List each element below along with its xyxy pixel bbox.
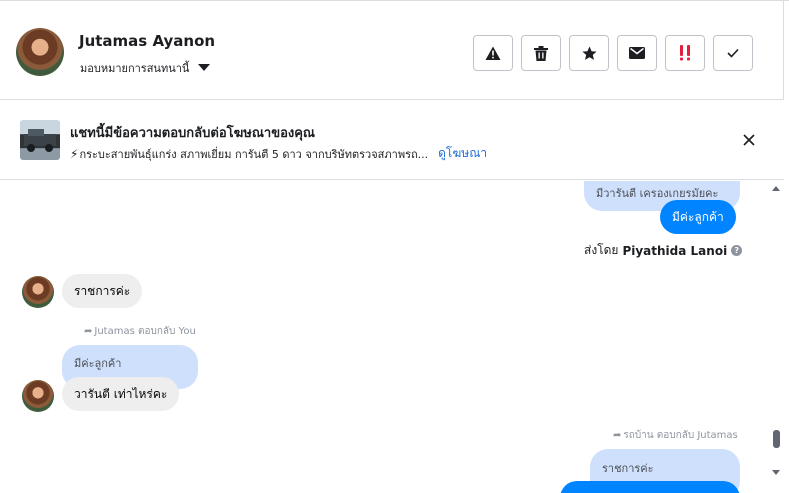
sent-by-label: ส่งโดย Piyathida Lanoi ? — [584, 241, 743, 260]
follow-up-icon — [680, 45, 690, 61]
assign-conversation-dropdown[interactable]: มอบหมายการสนทนานี้ — [80, 59, 211, 77]
quoted-text: มีค่ะลูกค้า — [74, 357, 122, 370]
assign-label: มอบหมายการสนทนานี้ — [80, 62, 190, 75]
mail-icon — [629, 47, 645, 59]
done-button[interactable] — [713, 35, 753, 71]
incoming-message[interactable]: ราชการค่ะ — [62, 274, 143, 308]
close-icon — [743, 134, 755, 146]
ad-description: กระบะสายพันธุ์แกร่ง สภาพเยี่ยม การันตี 5… — [79, 147, 429, 161]
conversation-actions — [473, 35, 753, 71]
reply-arrow-icon: ➦ — [613, 430, 622, 441]
sent-by-prefix: ส่งโดย — [584, 243, 619, 257]
reply-note: ➦ รถบ้าน ตอบกลับ Jutamas — [613, 428, 738, 443]
sent-by-name: Piyathida Lanoi — [622, 243, 728, 258]
delete-button[interactable] — [521, 35, 561, 71]
reply-note-text: รถบ้าน ตอบกลับ Jutamas — [623, 430, 738, 441]
scroll-down-icon[interactable] — [772, 470, 780, 475]
contact-avatar[interactable] — [16, 28, 64, 76]
outgoing-message[interactable]: มีค่ะลูกค้า — [660, 200, 736, 234]
quoted-text: ราชการค่ะ — [602, 462, 654, 475]
ad-thumbnail[interactable] — [20, 120, 60, 160]
outgoing-message[interactable] — [560, 481, 740, 493]
check-icon — [727, 48, 739, 58]
view-ad-link[interactable]: ดูโฆษณา — [438, 144, 487, 163]
ad-description-row: ⚡ กระบะสายพันธุ์แกร่ง สภาพเยี่ยม การันตี… — [70, 144, 487, 163]
follow-up-button[interactable] — [665, 35, 705, 71]
ad-banner-title: แชทนี้มีข้อความตอบกลับต่อโฆษณาของคุณ — [70, 126, 315, 141]
incoming-message[interactable]: วารันตี เท่าไหร่คะ — [62, 377, 180, 411]
reply-note: ➦ Jutamas ตอบกลับ You — [84, 324, 196, 339]
star-icon — [581, 46, 597, 60]
star-button[interactable] — [569, 35, 609, 71]
message-thread[interactable]: มีวารันตี เครองเกยรมัยคะ มีค่ะลูกค้า ส่ง… — [0, 181, 768, 493]
message-text: วารันตี เท่าไหร่คะ — [74, 387, 168, 401]
truck-image — [24, 129, 56, 152]
caret-down-icon — [198, 63, 211, 71]
conversation-header: Jutamas Ayanon มอบหมายการสนทนานี้ — [0, 6, 784, 100]
quoted-text: มีวารันตี เครองเกยรมัยคะ — [596, 187, 719, 200]
contact-avatar-small[interactable] — [22, 276, 54, 308]
message-text: มีค่ะลูกค้า — [672, 210, 724, 224]
ad-reply-banner: แชทนี้มีข้อความตอบกลับต่อโฆษณาของคุณ ⚡ ก… — [0, 100, 784, 180]
contact-name[interactable]: Jutamas Ayanon — [79, 32, 215, 50]
chat-scrollbar[interactable] — [768, 181, 784, 493]
close-banner-button[interactable] — [740, 131, 758, 149]
warning-icon — [485, 46, 501, 60]
trash-icon — [534, 45, 548, 61]
scroll-up-icon[interactable] — [772, 186, 780, 191]
reply-arrow-icon: ➦ — [84, 326, 93, 337]
info-icon[interactable]: ? — [731, 245, 743, 256]
message-text: ราชการค่ะ — [74, 284, 131, 298]
reply-note-text: Jutamas ตอบกลับ You — [94, 326, 196, 337]
report-button[interactable] — [473, 35, 513, 71]
mark-unread-button[interactable] — [617, 35, 657, 71]
scroll-thumb[interactable] — [773, 430, 780, 448]
contact-avatar-small[interactable] — [22, 380, 54, 412]
lightning-icon: ⚡ — [70, 146, 79, 161]
